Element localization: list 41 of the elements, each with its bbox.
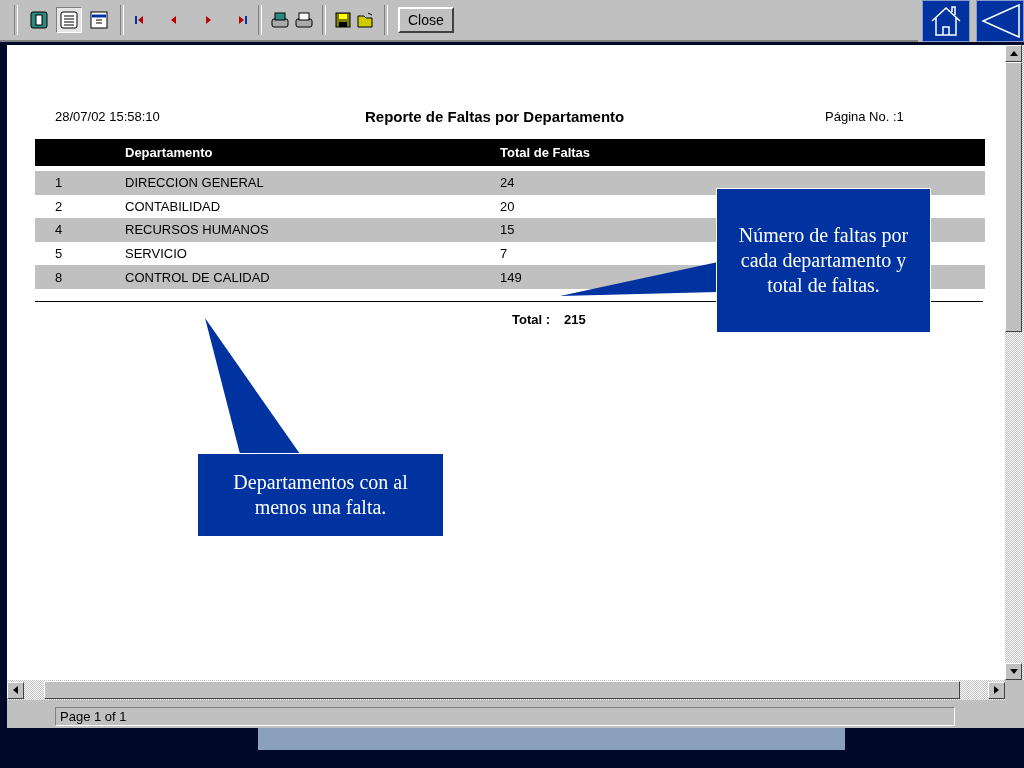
table-cell: 2: [55, 198, 63, 214]
back-button[interactable]: [976, 0, 1024, 42]
table-cell: 149: [500, 269, 522, 285]
callout-note: Número de faltas por cada departamento y total de faltas.: [716, 188, 931, 333]
open-folder-icon[interactable]: [356, 11, 376, 29]
column-header: Departamento: [125, 139, 500, 166]
table-cell: DIRECCION GENERAL: [125, 175, 264, 191]
callout-note: Departamentos con al menos una falta.: [197, 453, 444, 537]
printer-icon[interactable]: [294, 10, 314, 30]
table-cell: SERVICIO: [125, 246, 187, 262]
scroll-left-button[interactable]: [7, 681, 24, 699]
table-cell: 1: [55, 175, 63, 191]
page-status: Page 1 of 1: [55, 707, 955, 726]
close-button[interactable]: Close: [398, 7, 454, 33]
scroll-up-button[interactable]: [1005, 45, 1022, 62]
right-arrow-icon: [994, 686, 999, 694]
left-arrow-icon: [13, 686, 18, 694]
list-view-button[interactable]: [56, 7, 82, 33]
down-arrow-icon: [1009, 669, 1018, 674]
save-icon[interactable]: [334, 11, 352, 29]
page-number: Página No. :1: [825, 108, 904, 124]
table-cell: 24: [500, 175, 515, 191]
printer-setup-icon[interactable]: [270, 10, 290, 30]
table-cell: 7: [500, 246, 508, 262]
up-arrow-icon: [1009, 51, 1018, 56]
table-cell: 15: [500, 222, 515, 238]
table-cell: CONTROL DE CALIDAD: [125, 269, 270, 285]
scroll-down-button[interactable]: [1005, 663, 1022, 680]
column-header: Total de Faltas: [500, 139, 985, 166]
total-value: 215: [564, 311, 586, 327]
total-label: Total :: [512, 311, 551, 327]
table-cell: CONTABILIDAD: [125, 198, 221, 214]
table-cell: 5: [55, 246, 63, 262]
table-cell: 20: [500, 198, 515, 214]
table-cell: 4: [55, 222, 63, 238]
scroll-right-button[interactable]: [988, 681, 1005, 699]
table-cell: 8: [55, 269, 63, 285]
table-cell: RECURSOS HUMANOS: [125, 222, 269, 238]
report-title: Reporte de Faltas por Departamento: [365, 107, 626, 125]
report-timestamp: 28/07/02 15:58:10: [55, 108, 161, 124]
home-button[interactable]: [922, 0, 970, 42]
